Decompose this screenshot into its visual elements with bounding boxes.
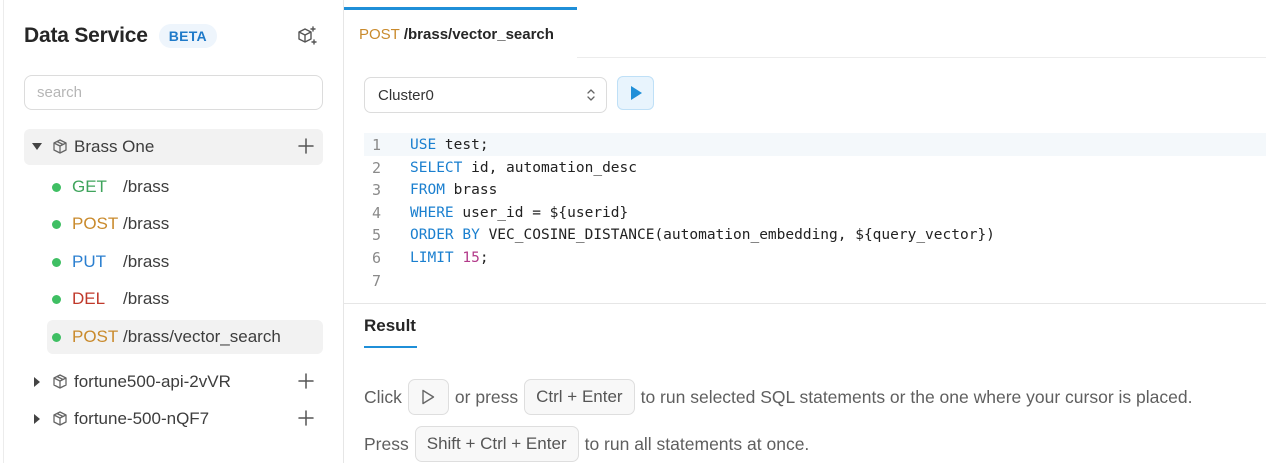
endpoint-put-brass[interactable]: PUT /brass bbox=[47, 245, 323, 279]
kbd-ctrl-enter: Ctrl + Enter bbox=[524, 379, 635, 415]
line-number: 2 bbox=[372, 158, 382, 177]
sql-editor[interactable]: 1 USE test; 2 SELECT id, automation_desc… bbox=[364, 133, 1266, 291]
tab-method: POST bbox=[359, 26, 400, 43]
tab-bar: POST /brass/vector_search bbox=[344, 0, 1266, 59]
box-icon bbox=[53, 374, 67, 389]
hint-text: or press bbox=[454, 386, 519, 407]
line-number: 5 bbox=[372, 225, 382, 244]
box-icon bbox=[53, 411, 67, 426]
search-input[interactable] bbox=[24, 75, 323, 110]
cube-sparkle-icon[interactable] bbox=[295, 25, 317, 47]
code-line[interactable]: 5 ORDER BY VEC_COSINE_DISTANCE(automatio… bbox=[364, 223, 1266, 246]
add-endpoint-plus-icon[interactable] bbox=[297, 137, 315, 155]
method-label: DEL bbox=[72, 289, 106, 308]
sql-text: user_id = ${userid} bbox=[453, 204, 629, 221]
code-line[interactable]: 7 bbox=[364, 269, 1266, 292]
path-label: /brass/vector_search bbox=[123, 327, 281, 346]
method-label: GET bbox=[72, 177, 107, 196]
sql-keyword: ORDER BY bbox=[410, 226, 480, 243]
code-line[interactable]: 6 LIMIT 15; bbox=[364, 246, 1266, 269]
endpoint-post-vector-search[interactable]: POST /brass/vector_search bbox=[47, 320, 323, 354]
group-label: fortune500-api-2vVR bbox=[74, 372, 231, 391]
cluster-select[interactable]: Cluster0 bbox=[364, 77, 607, 113]
endpoint-post-brass[interactable]: POST /brass bbox=[47, 207, 323, 241]
line-number: 3 bbox=[372, 180, 382, 199]
beta-badge: BETA bbox=[158, 24, 217, 48]
sql-text: VEC_COSINE_DISTANCE(automation_embedding… bbox=[479, 226, 995, 243]
box-icon bbox=[53, 139, 67, 154]
code-line[interactable]: 3 FROM brass bbox=[364, 178, 1266, 201]
kbd-shift-ctrl-enter: Shift + Ctrl + Enter bbox=[414, 426, 579, 462]
run-button[interactable] bbox=[617, 76, 654, 110]
sql-keyword: USE bbox=[410, 136, 437, 153]
sql-number: 15 bbox=[462, 249, 480, 266]
main-panel: POST /brass/vector_search Cluster0 1 USE… bbox=[344, 0, 1266, 463]
sidebar-header: Data Service BETA bbox=[24, 22, 217, 50]
sql-keyword: FROM bbox=[410, 181, 445, 198]
line-number: 1 bbox=[372, 135, 382, 154]
caret-right-icon[interactable] bbox=[24, 413, 50, 425]
status-dot bbox=[52, 257, 61, 267]
sidebar: Data Service BETA Brass One GET /brass P… bbox=[0, 0, 344, 463]
run-hint-line-1: Click or press Ctrl + Enter to run selec… bbox=[364, 378, 1192, 416]
path-label: /brass bbox=[123, 252, 170, 271]
tree-group-fortune500-api[interactable]: fortune500-api-2vVR bbox=[24, 364, 323, 400]
tree-group-brass-one[interactable]: Brass One bbox=[24, 129, 323, 165]
hint-text: to run all statements at once. bbox=[584, 433, 810, 454]
line-number: 7 bbox=[372, 271, 382, 290]
sql-text: test; bbox=[436, 136, 489, 153]
path-label: /brass bbox=[123, 289, 170, 308]
hint-text: to run selected SQL statements or the on… bbox=[640, 386, 1193, 407]
tab-path: /brass/vector_search bbox=[403, 26, 554, 43]
divider bbox=[344, 303, 1266, 304]
path-label: /brass bbox=[123, 177, 170, 196]
endpoint-get-brass[interactable]: GET /brass bbox=[47, 170, 323, 204]
method-label: POST bbox=[72, 214, 119, 233]
code-line[interactable]: 4 WHERE user_id = ${userid} bbox=[364, 201, 1266, 224]
play-outline-icon bbox=[422, 389, 435, 405]
status-dot bbox=[52, 294, 61, 304]
status-dot bbox=[52, 219, 61, 229]
run-hint-line-2: Press Shift + Ctrl + Enter to run all st… bbox=[364, 425, 809, 463]
run-play-button[interactable] bbox=[407, 379, 449, 415]
tab-vector-search[interactable]: POST /brass/vector_search bbox=[344, 7, 577, 59]
caret-right-icon[interactable] bbox=[24, 376, 50, 388]
result-tab-underline bbox=[364, 346, 417, 348]
caret-down-icon[interactable] bbox=[24, 142, 50, 152]
group-label: Brass One bbox=[74, 137, 155, 156]
hint-text: Press bbox=[364, 433, 409, 454]
select-arrows-icon bbox=[587, 89, 595, 101]
sql-keyword: LIMIT bbox=[410, 249, 454, 266]
sql-text: id, automation_desc bbox=[462, 159, 637, 176]
sql-text: brass bbox=[444, 181, 498, 198]
method-label: PUT bbox=[72, 252, 106, 271]
status-dot bbox=[52, 182, 61, 192]
sql-text: ; bbox=[479, 249, 489, 266]
code-line[interactable]: 1 USE test; bbox=[364, 133, 1266, 156]
app-title: Data Service bbox=[24, 24, 148, 47]
sql-keyword: WHERE bbox=[410, 204, 454, 221]
tab-result[interactable]: Result bbox=[364, 316, 416, 336]
sql-keyword: SELECT bbox=[410, 159, 463, 176]
group-label: fortune-500-nQF7 bbox=[74, 409, 210, 428]
path-label: /brass bbox=[123, 214, 170, 233]
line-number: 6 bbox=[372, 248, 382, 267]
add-endpoint-plus-icon[interactable] bbox=[297, 372, 315, 390]
status-dot bbox=[52, 332, 61, 342]
line-number: 4 bbox=[372, 203, 382, 222]
add-endpoint-plus-icon[interactable] bbox=[297, 409, 315, 427]
code-line[interactable]: 2 SELECT id, automation_desc bbox=[364, 156, 1266, 179]
method-label: POST bbox=[72, 327, 119, 346]
tree-group-fortune-500[interactable]: fortune-500-nQF7 bbox=[24, 401, 323, 437]
hint-text: Click bbox=[364, 386, 402, 407]
cluster-select-value: Cluster0 bbox=[378, 86, 434, 104]
endpoint-del-brass[interactable]: DEL /brass bbox=[47, 282, 323, 316]
play-icon bbox=[630, 86, 642, 100]
